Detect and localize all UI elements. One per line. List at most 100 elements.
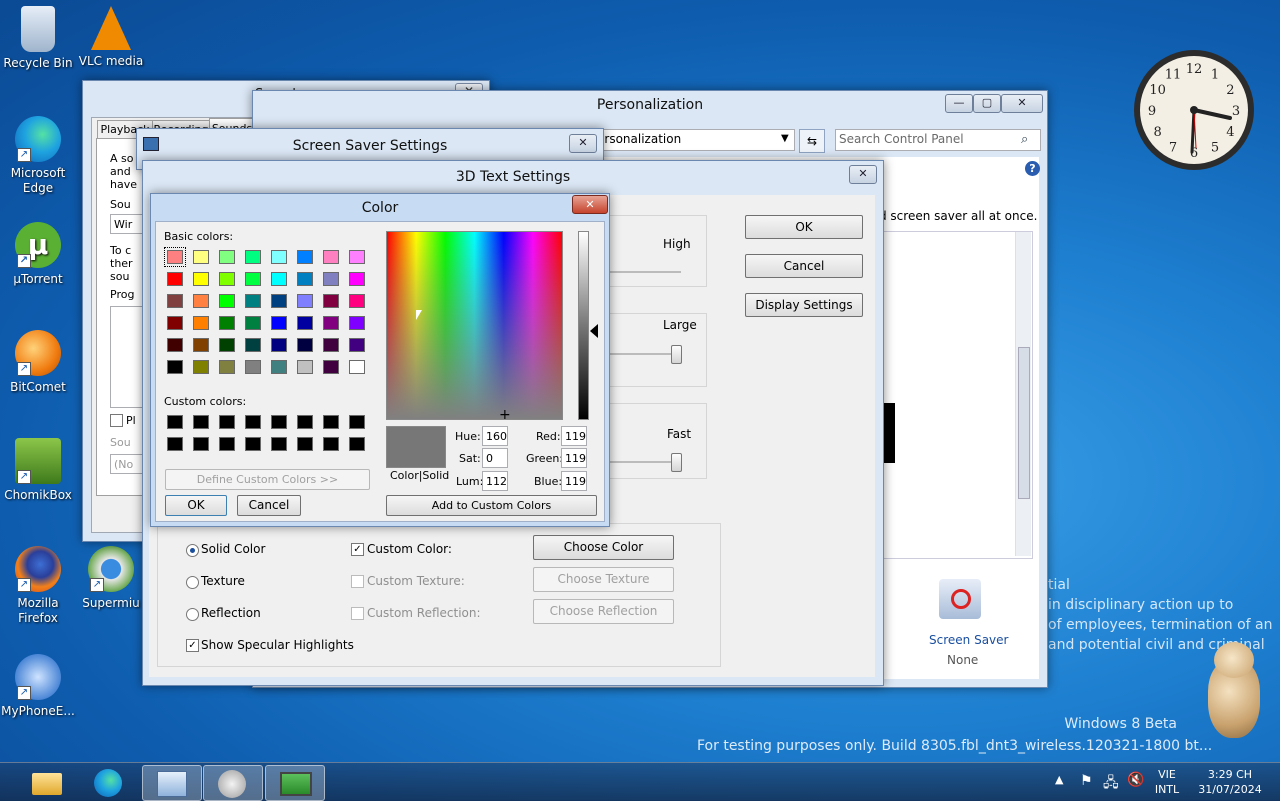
desktop-icon-bitcomet[interactable]: ↗ BitComet [0,330,76,395]
specular-highlights-checkbox[interactable]: ✓ [186,639,199,652]
custom-color-swatch[interactable] [271,437,287,451]
choose-color-button[interactable]: Choose Color [533,535,674,560]
basic-color-swatch[interactable] [219,338,235,352]
define-custom-colors-button[interactable]: Define Custom Colors >> [165,469,370,490]
themes-list[interactable] [883,231,1033,559]
basic-color-swatch[interactable] [271,272,287,286]
basic-color-swatch[interactable] [245,316,261,330]
ok-button[interactable]: OK [745,215,863,239]
basic-color-swatch[interactable] [271,250,287,264]
basic-color-swatch[interactable] [193,316,209,330]
custom-colors-grid[interactable] [167,415,373,455]
basic-color-swatch[interactable] [297,272,313,286]
size-slider-thumb[interactable] [671,345,682,364]
custom-color-swatch[interactable] [167,415,183,429]
basic-color-swatch[interactable] [271,294,287,308]
basic-colors-grid[interactable] [164,247,373,380]
choose-texture-button[interactable]: Choose Texture [533,567,674,592]
basic-color-swatch[interactable] [245,250,261,264]
custom-color-swatch[interactable] [271,415,287,429]
search-icon[interactable]: ⌕ [1021,132,1028,147]
themes-scrollbar[interactable] [1015,232,1031,556]
lum-field[interactable]: 112 [482,471,508,491]
choose-reflection-button[interactable]: Choose Reflection [533,599,674,624]
hamster-gadget[interactable] [1198,640,1270,740]
display-settings-button[interactable]: Display Settings [745,293,863,317]
custom-color-swatch[interactable] [349,437,365,451]
taskbar-display-button[interactable] [265,765,325,801]
basic-color-swatch[interactable] [167,338,183,352]
taskbar-sound-button[interactable] [203,765,263,801]
show-hidden-icons-icon[interactable]: ▲ [1055,773,1063,786]
volume-muted-icon[interactable]: 🔇 [1127,772,1144,788]
basic-color-swatch[interactable] [297,338,313,352]
screen-saver-close-button[interactable]: ✕ [569,134,597,153]
system-clock[interactable]: 3:29 CH 31/07/2024 [1190,767,1270,797]
basic-color-swatch[interactable] [349,360,365,374]
custom-color-swatch[interactable] [245,437,261,451]
custom-color-swatch[interactable] [193,437,209,451]
basic-color-swatch[interactable] [297,250,313,264]
network-icon[interactable]: 🖧 [1103,772,1119,796]
basic-color-swatch[interactable] [323,360,339,374]
basic-color-swatch[interactable] [297,316,313,330]
address-bar[interactable]: ersonalization [593,129,795,151]
basic-color-swatch[interactable] [297,294,313,308]
desktop-icon-edge[interactable]: ↗ Microsoft Edge [0,116,76,196]
basic-color-swatch[interactable] [167,360,183,374]
maximize-button[interactable]: ▢ [973,94,1001,113]
basic-color-swatch[interactable] [349,272,365,286]
add-to-custom-colors-button[interactable]: Add to Custom Colors [386,495,597,516]
text3d-close-button[interactable]: ✕ [849,165,877,184]
color-spectrum[interactable]: + [386,231,563,422]
color-dialog[interactable]: Color ✕ Basic colors: Custom colors: Def… [150,193,610,527]
basic-color-swatch[interactable] [323,272,339,286]
taskbar-control-panel-button[interactable] [142,765,202,801]
basic-color-swatch[interactable] [297,360,313,374]
play-startup-checkbox[interactable] [110,414,123,427]
basic-color-swatch[interactable] [219,360,235,374]
basic-color-swatch[interactable] [219,294,235,308]
basic-color-swatch[interactable] [245,294,261,308]
custom-color-swatch[interactable] [219,415,235,429]
basic-color-swatch[interactable] [323,294,339,308]
custom-color-swatch[interactable] [167,437,183,451]
basic-color-swatch[interactable] [167,294,183,308]
basic-color-swatch[interactable] [219,250,235,264]
basic-color-swatch[interactable] [271,338,287,352]
custom-color-swatch[interactable] [349,415,365,429]
custom-color-swatch[interactable] [193,415,209,429]
blue-field[interactable]: 119 [561,471,587,491]
basic-color-swatch[interactable] [323,316,339,330]
custom-color-swatch[interactable] [219,437,235,451]
texture-radio[interactable] [186,576,199,589]
basic-color-swatch[interactable] [167,272,183,286]
screen-saver-icon[interactable] [939,579,981,619]
color-dialog-close-button[interactable]: ✕ [572,195,608,214]
basic-color-swatch[interactable] [167,316,183,330]
basic-color-swatch[interactable] [245,360,261,374]
desktop-icon-supermium[interactable]: ↗ Supermiu [73,546,149,611]
custom-color-swatch[interactable] [297,415,313,429]
basic-color-swatch[interactable] [323,250,339,264]
basic-color-swatch[interactable] [164,247,186,267]
sounds-select[interactable]: (No [110,454,146,474]
basic-color-swatch[interactable] [323,338,339,352]
basic-color-swatch[interactable] [349,294,365,308]
desktop-icon-firefox[interactable]: ↗ Mozilla Firefox [0,546,76,626]
refresh-icon[interactable]: ⇆ [799,129,825,153]
desktop-icon-vlc[interactable]: VLC media [73,6,149,69]
solid-color-radio[interactable] [186,544,199,557]
program-events-list[interactable] [110,306,146,408]
custom-color-swatch[interactable] [323,415,339,429]
green-field[interactable]: 119 [561,448,587,468]
resolution-slider-track[interactable] [609,271,681,273]
screen-saver-link[interactable]: Screen Saver [929,633,1008,647]
luminosity-bar[interactable] [578,231,589,420]
desktop-icon-recycle-bin[interactable]: Recycle Bin [0,6,76,71]
taskbar-edge-button[interactable] [80,765,138,799]
custom-color-checkbox[interactable]: ✓ [351,543,364,556]
basic-color-swatch[interactable] [349,338,365,352]
custom-color-swatch[interactable] [323,437,339,451]
basic-color-swatch[interactable] [245,272,261,286]
